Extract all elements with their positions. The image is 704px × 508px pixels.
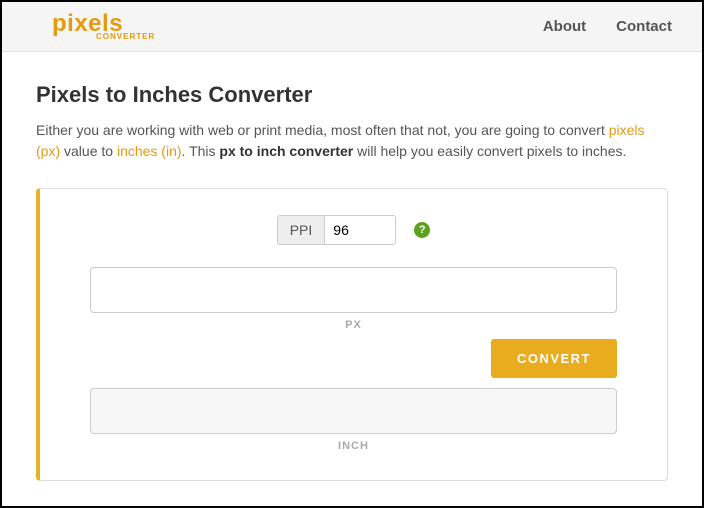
intro-bold: px to inch converter bbox=[219, 143, 353, 159]
logo[interactable]: pixels CONVERTER bbox=[52, 12, 155, 41]
px-field: PX bbox=[90, 267, 617, 331]
intro-seg: will help you easily convert pixels to i… bbox=[353, 143, 626, 159]
convert-row: CONVERT bbox=[90, 339, 617, 378]
ppi-row: PPI ? bbox=[90, 215, 617, 245]
ppi-input[interactable] bbox=[324, 215, 396, 245]
inch-output[interactable] bbox=[90, 388, 617, 434]
intro-seg: value to bbox=[60, 143, 117, 159]
px-input[interactable] bbox=[90, 267, 617, 313]
convert-button[interactable]: CONVERT bbox=[491, 339, 617, 378]
nav: About Contact bbox=[543, 18, 672, 35]
nav-contact[interactable]: Contact bbox=[616, 18, 672, 35]
inch-label: INCH bbox=[90, 440, 617, 452]
nav-about[interactable]: About bbox=[543, 18, 586, 35]
inches-link[interactable]: inches (in) bbox=[117, 143, 182, 159]
intro-seg: Either you are working with web or print… bbox=[36, 122, 609, 138]
content: Pixels to Inches Converter Either you ar… bbox=[2, 52, 702, 481]
intro-seg: . This bbox=[182, 143, 220, 159]
page-title: Pixels to Inches Converter bbox=[36, 82, 668, 108]
px-label: PX bbox=[90, 319, 617, 331]
logo-sub-text: CONVERTER bbox=[96, 33, 155, 41]
header: pixels CONVERTER About Contact bbox=[2, 2, 702, 52]
converter-card: PPI ? PX CONVERT INCH bbox=[36, 188, 668, 481]
ppi-label: PPI bbox=[277, 215, 325, 245]
intro-text: Either you are working with web or print… bbox=[36, 120, 668, 162]
help-icon[interactable]: ? bbox=[414, 222, 430, 238]
inch-field: INCH bbox=[90, 388, 617, 452]
